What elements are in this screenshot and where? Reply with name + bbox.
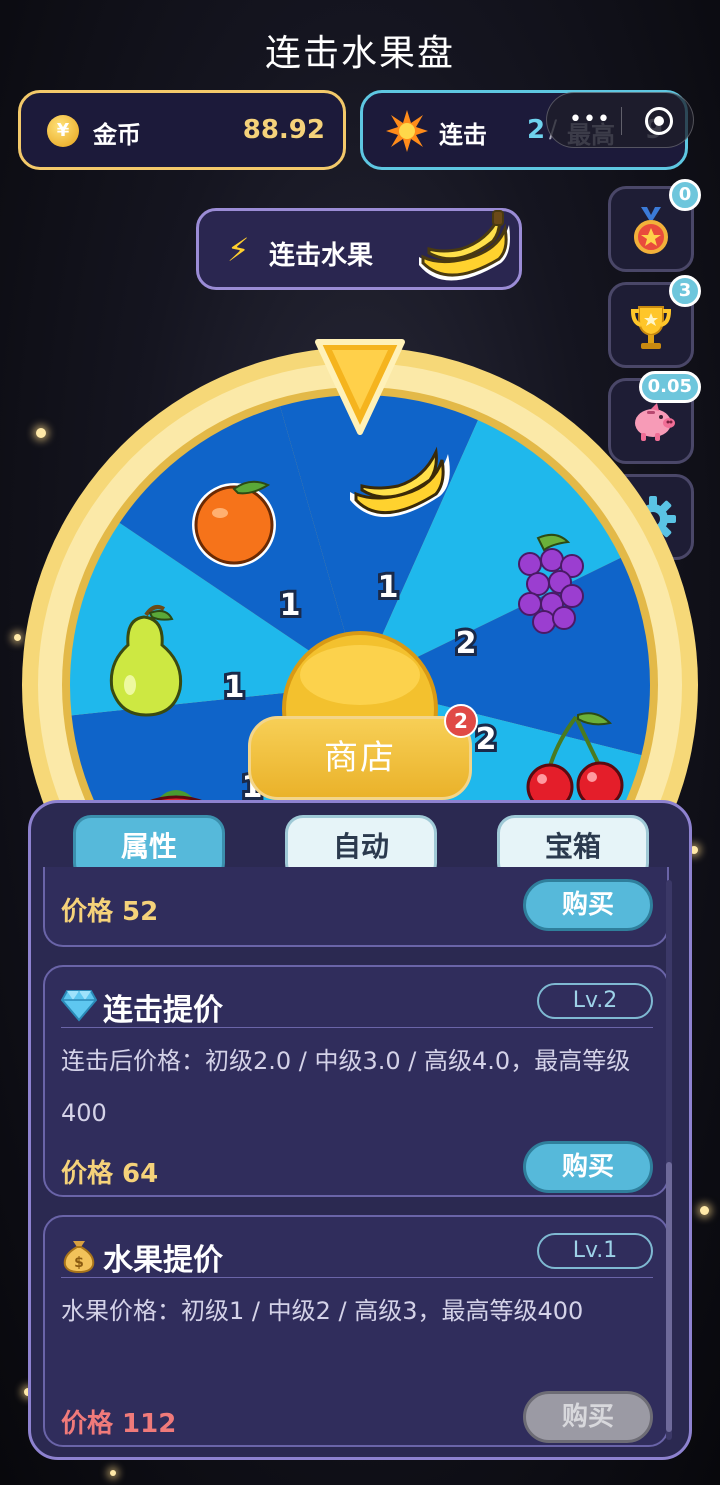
gold-balance-card: ¥ 金币 88.92 [18,90,346,170]
mini-program-capsule: ••• [546,92,694,148]
achievements-button[interactable]: 0 [608,179,701,272]
buy-button[interactable]: 购买 [523,879,653,931]
leaderboard-badge: 3 [669,275,701,307]
shop-panel: 属性 自动 宝箱 价格 52 购买 连击提价 Lv.2 连击后价格：初级2.0 … [28,800,692,1460]
item-level: Lv.1 [537,1233,653,1269]
gold-label: 金币 [93,121,141,149]
more-dots-icon[interactable]: ••• [569,107,611,132]
money-bag-icon: $ [63,1241,95,1273]
diamond-icon [61,990,97,1022]
item-price: 价格 52 [61,897,159,927]
combo-current: 2 [527,115,546,145]
target-icon[interactable] [645,107,673,135]
upgrade-item-combo-price: 连击提价 Lv.2 连击后价格：初级2.0 / 中级3.0 / 高级4.0，最高… [43,965,669,1197]
upgrade-item-fruit-price: $ 水果提价 Lv.1 水果价格：初级1 / 中级2 / 高级3，最高等级400… [43,1215,669,1447]
combo-label: 连击 [439,121,487,149]
wheel-pointer-icon [315,339,405,435]
multiplier-label: 2 [456,626,477,661]
banana-icon [419,210,510,281]
multiplier-label: 1 [378,570,399,605]
burst-icon [386,110,428,152]
item-price: 价格 112 [61,1409,177,1439]
item-price: 价格 64 [61,1159,159,1189]
buy-button[interactable]: 购买 [523,1141,653,1193]
lightning-icon: ⚡ [227,231,250,269]
shop-badge: 2 [444,704,478,738]
achievements-badge: 0 [669,179,701,211]
shop-scrollbar[interactable] [666,880,672,1440]
gold-value: 88.92 [242,115,325,145]
sparkle [700,1206,709,1215]
upgrade-item: 价格 52 购买 [43,867,669,947]
multiplier-label: 1 [224,670,245,705]
item-name: 水果提价 [103,1243,223,1278]
page-title: 连击水果盘 [264,33,455,74]
item-description: 连击后价格：初级2.0 / 中级3.0 / 高级4.0，最高等级400 [61,1047,631,1127]
item-divider [61,1027,653,1028]
item-description: 水果价格：初级1 / 中级2 / 高级3，最高等级400 [61,1297,584,1325]
multiplier-label: 2 [476,722,497,757]
svg-text:$: $ [74,1255,84,1271]
shop-button[interactable]: 商店 [248,716,472,800]
combo-fruit-indicator: ⚡ 连击水果 [196,208,522,290]
multiplier-label: 1 [280,588,301,623]
item-level: Lv.2 [537,983,653,1019]
scrollbar-thumb[interactable] [666,1162,672,1432]
trophy-icon [630,306,672,349]
capsule-divider [621,107,622,135]
item-divider [61,1277,653,1278]
sparkle [110,1470,116,1476]
item-name: 连击提价 [103,993,223,1028]
coin-icon: ¥ [47,115,79,147]
combo-fruit-label: 连击水果 [269,241,374,271]
buy-button-disabled[interactable]: 购买 [523,1391,653,1443]
medal-icon [634,207,668,254]
